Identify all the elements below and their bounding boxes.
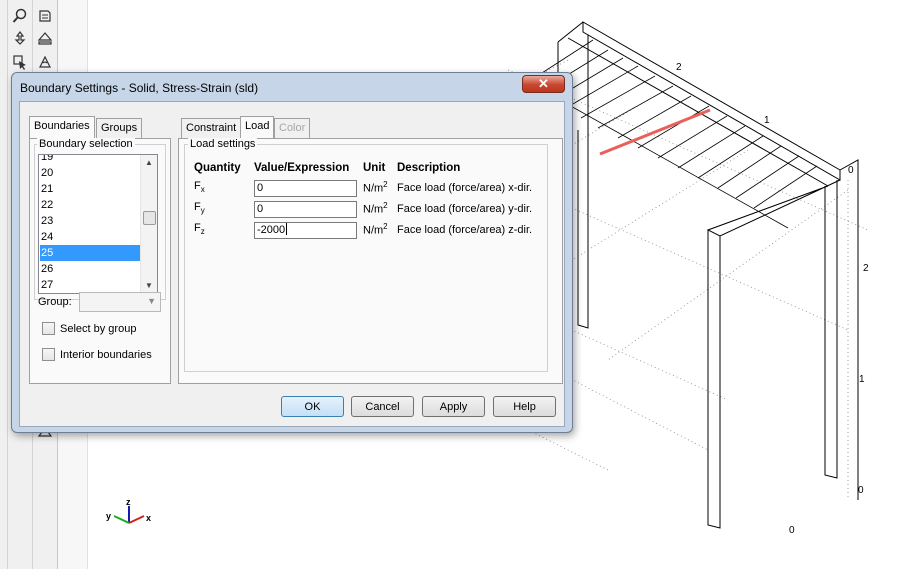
fx-value-input[interactable]: 0 [254,180,357,197]
load-settings-group [184,144,548,372]
unit-fx: N/m2 [363,180,388,195]
text-caret [286,223,288,235]
rotate-icon[interactable] [35,6,55,26]
quantity-fy: Fy [194,201,205,216]
group-select[interactable]: ▼ [79,292,161,312]
axis-tick-label: 0 [789,525,795,536]
tab-groups[interactable]: Groups [96,118,143,138]
list-item[interactable]: 26 [40,261,140,277]
description-fz: Face load (force/area) z-dir. [397,224,533,236]
quantity-fz: Fz [194,222,205,237]
axis-tick-label: 1 [764,115,770,126]
quantity-fx: Fx [194,180,205,195]
axis-triad: z y x [106,497,151,524]
boundaries-tab-panel: Boundary selection 19 20 21 22 23 24 25 … [29,138,171,384]
chevron-down-icon: ▼ [147,296,156,306]
list-item-selected[interactable]: 25 [40,245,140,261]
header-unit: Unit [363,162,386,174]
checkbox-box[interactable] [42,322,55,335]
ok-button[interactable]: OK [281,396,344,417]
eject-icon[interactable] [35,28,55,48]
select-icon[interactable] [10,52,30,72]
tab-load[interactable]: Load [240,116,275,138]
boundary-listbox[interactable]: 19 20 21 22 23 24 25 26 27 ▲ ▼ [38,154,158,294]
close-icon: ✕ [538,76,549,91]
dialog-titlebar[interactable]: Boundary Settings - Solid, Stress-Strain… [12,73,572,101]
fy-value-input[interactable]: 0 [254,201,357,218]
scroll-down-icon[interactable]: ▼ [145,281,153,290]
checkbox-label: Select by group [60,322,137,335]
dialog-body: Boundaries Groups Boundary selection 19 … [19,101,565,427]
axis-tick-label: 1 [859,374,865,385]
fz-value-input[interactable]: -2000 [254,222,357,239]
interior-boundaries-checkbox[interactable]: Interior boundaries [42,348,152,361]
list-item[interactable]: 22 [40,197,140,213]
tab-constraint[interactable]: Constraint [181,118,242,138]
load-settings-title: Load settings [188,138,258,150]
tab-color: Color [274,118,311,138]
cancel-button[interactable]: Cancel [351,396,414,417]
fz-value-text: -2000 [257,224,286,236]
unit-fy: N/m2 [363,201,388,216]
list-item[interactable]: 19 [40,155,140,165]
svg-text:z: z [126,497,131,507]
boundary-selection-title: Boundary selection [37,138,135,150]
listbox-scrollbar[interactable]: ▲ ▼ [140,155,157,293]
list-item[interactable]: 20 [40,165,140,181]
description-fy: Face load (force/area) y-dir. [397,203,533,215]
axis-tick-label: 0 [848,165,854,176]
svg-text:x: x [146,513,151,523]
axis-tick-label: 0 [858,485,864,496]
window-left-border [0,0,8,569]
scroll-thumb[interactable] [143,211,156,225]
list-item[interactable]: 27 [40,277,140,293]
zoom-icon[interactable] [10,6,30,26]
list-item[interactable]: 24 [40,229,140,245]
svg-text:y: y [106,511,111,521]
header-description: Description [397,162,461,174]
help-button[interactable]: Help [493,396,556,417]
pan-icon[interactable] [10,28,30,48]
list-item[interactable]: 23 [40,213,140,229]
close-button[interactable]: ✕ [522,75,565,93]
checkbox-box[interactable] [42,348,55,361]
apply-button[interactable]: Apply [422,396,485,417]
unit-fz: N/m2 [363,222,388,237]
scroll-up-icon[interactable]: ▲ [145,158,153,167]
boundary-settings-dialog: Boundary Settings - Solid, Stress-Strain… [11,72,573,433]
frame-structure [557,21,859,529]
list-item[interactable]: 21 [40,181,140,197]
header-value: Value/Expression [254,162,350,174]
axis-tick-label: 2 [863,263,869,274]
header-quantity: Quantity [194,162,241,174]
dialog-title: Boundary Settings - Solid, Stress-Strain… [20,81,259,95]
axis-tick-label: 2 [676,62,682,73]
select-by-group-checkbox[interactable]: Select by group [42,322,136,335]
perspective-icon[interactable] [35,52,55,72]
checkbox-label: Interior boundaries [60,348,152,361]
group-label: Group: [38,296,72,308]
tab-boundaries[interactable]: Boundaries [29,116,95,138]
load-tab-panel: Load settings Quantity Value/Expression … [178,138,563,384]
description-fx: Face load (force/area) x-dir. [397,182,533,194]
